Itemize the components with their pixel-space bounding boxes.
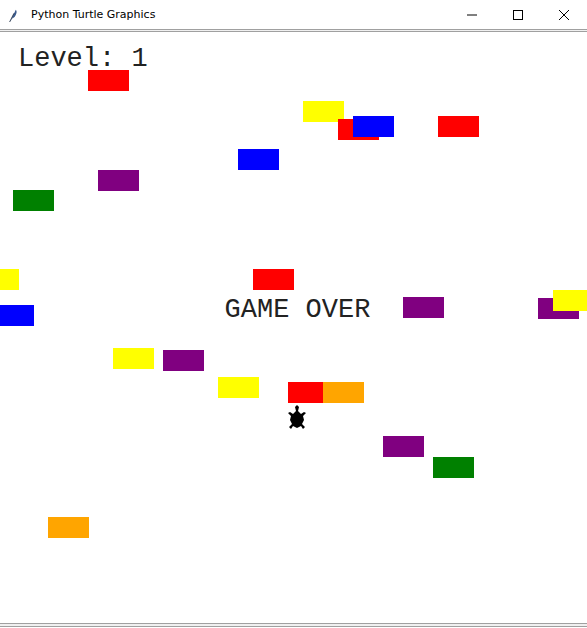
turtle-icon (287, 404, 307, 429)
title-bar: Python Turtle Graphics (0, 0, 587, 29)
car (438, 116, 479, 137)
car (98, 170, 139, 191)
feather-icon (7, 8, 21, 22)
maximize-button[interactable] (495, 0, 541, 29)
level-label: Level: 1 (18, 44, 148, 74)
car (48, 517, 89, 538)
car (238, 149, 279, 170)
car (163, 350, 204, 371)
car (403, 297, 444, 318)
turtle-window: Python Turtle Graphics Level: 1 GAME OVE… (0, 0, 587, 628)
car (383, 436, 424, 457)
car (0, 305, 34, 326)
maximize-icon (513, 10, 523, 20)
close-icon (559, 10, 569, 20)
minimize-icon (467, 10, 477, 20)
canvas-border-bottom (0, 623, 587, 627)
car (433, 457, 474, 478)
minimize-button[interactable] (449, 0, 495, 29)
car (218, 377, 259, 398)
car (253, 269, 294, 290)
car (13, 190, 54, 211)
car (553, 290, 587, 311)
car (323, 382, 364, 403)
car (353, 116, 394, 137)
car (0, 269, 19, 290)
close-button[interactable] (541, 0, 587, 29)
game-canvas: Level: 1 GAME OVER (0, 32, 587, 623)
car (113, 348, 154, 369)
game-over-label: GAME OVER (0, 295, 587, 325)
window-title: Python Turtle Graphics (31, 8, 155, 21)
